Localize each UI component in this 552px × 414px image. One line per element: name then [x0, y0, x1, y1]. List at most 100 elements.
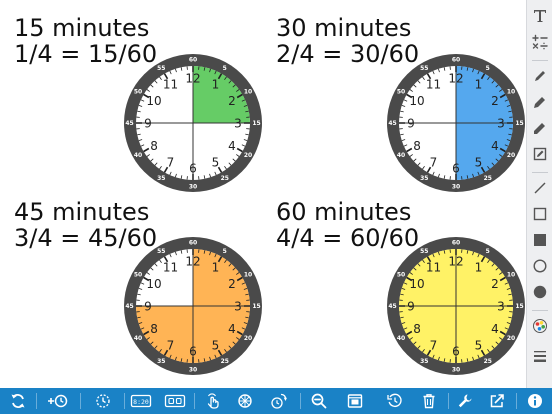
hour-number: 10 [409, 277, 424, 291]
square-filled-tool-button[interactable] [527, 228, 552, 252]
hour-number: 6 [452, 345, 460, 359]
background-button[interactable] [338, 388, 372, 414]
hour-number: 8 [413, 139, 421, 153]
fraction-clock-45[interactable]: 12 1 2 3 4 5 6 7 8 9 10 11 60 5 10 15 20 25 30 35 40 45 50 55 [123, 236, 263, 376]
hour-number: 12 [185, 255, 200, 269]
minute-label: 50 [134, 271, 142, 278]
toolbar-divider [300, 393, 301, 409]
minute-label: 10 [244, 88, 252, 95]
hour-number: 3 [497, 117, 505, 131]
minute-label: 30 [189, 184, 197, 191]
zoom-out-button[interactable] [302, 388, 336, 414]
minute-label: 50 [397, 88, 405, 95]
circle-outline-tool-button[interactable] [527, 254, 552, 278]
minute-label: 5 [223, 248, 227, 255]
hour-number: 4 [228, 322, 236, 336]
fraction-clock-15[interactable]: 12 1 2 3 4 5 6 7 8 9 10 11 60 5 10 15 20 25 30 35 40 45 50 55 [123, 53, 263, 193]
add-clock-icon [48, 394, 68, 408]
minute-label: 5 [486, 248, 490, 255]
minute-label: 50 [397, 271, 405, 278]
fraction-clock-60[interactable]: 12 1 2 3 4 5 6 7 8 9 10 11 60 5 10 15 20 25 30 35 40 45 50 55 [386, 236, 526, 376]
square-outline-tool-button[interactable] [527, 202, 552, 226]
hour-number: 5 [475, 338, 483, 352]
hour-number: 4 [491, 322, 499, 336]
hour-number: 6 [452, 162, 460, 176]
line-tool-button[interactable] [527, 176, 552, 200]
add-clock-button[interactable] [40, 388, 74, 414]
fraction-clock-30[interactable]: 12 1 2 3 4 5 6 7 8 9 10 11 60 5 10 15 20 25 30 35 40 45 50 55 [386, 53, 526, 193]
info-icon [528, 394, 542, 408]
minute-label: 60 [189, 240, 197, 247]
minute-label: 30 [452, 367, 460, 374]
minute-label: 50 [134, 88, 142, 95]
palette-divider [532, 60, 548, 61]
line-icon [534, 182, 546, 194]
touch-mode-button[interactable] [196, 388, 230, 414]
minute-label: 40 [134, 335, 142, 342]
line-weight-tool-button[interactable] [527, 344, 552, 368]
delete-button[interactable] [412, 388, 446, 414]
clock-settings-button[interactable] [86, 388, 120, 414]
minute-label: 55 [420, 248, 428, 255]
minute-label: 10 [244, 271, 252, 278]
hour-number: 1 [475, 261, 483, 275]
hour-number: 1 [475, 78, 483, 92]
minute-label: 10 [507, 88, 515, 95]
info-button[interactable] [518, 388, 552, 414]
text-icon [534, 10, 546, 22]
circle-filled-tool-button[interactable] [527, 280, 552, 304]
minute-label: 60 [452, 57, 460, 64]
toolbar-divider [80, 393, 81, 409]
hour-number: 2 [228, 277, 236, 291]
math-text-tool-button[interactable] [527, 30, 552, 54]
highlighter-tool-button[interactable] [527, 116, 552, 140]
hour-number: 9 [144, 117, 152, 131]
hour-number: 7 [430, 155, 438, 169]
hand-pointer-icon [207, 393, 219, 409]
display-format-icon [164, 394, 186, 408]
hour-number: 10 [409, 94, 424, 108]
hour-number: 5 [212, 155, 220, 169]
minute-label: 35 [420, 175, 428, 182]
edit-shape-tool-button[interactable] [527, 142, 552, 166]
rotate-hands-button[interactable] [262, 388, 296, 414]
whiteboard-canvas[interactable]: 15 minutes 1/4 = 15/60 30 minutes 2/4 = … [0, 0, 526, 388]
caption-title: 45 minutes [14, 198, 150, 226]
reset-button[interactable] [1, 388, 35, 414]
hour-number: 11 [426, 261, 441, 275]
toolbar-divider [194, 393, 195, 409]
background-image-icon [347, 394, 363, 408]
share-button[interactable] [480, 388, 514, 414]
minute-label: 60 [189, 57, 197, 64]
hour-number: 12 [448, 255, 463, 269]
minute-label: 30 [189, 367, 197, 374]
color-picker-tool-button[interactable] [527, 314, 552, 338]
trash-icon [423, 394, 435, 409]
marker-tool-button[interactable] [527, 90, 552, 114]
tools-button[interactable] [448, 388, 482, 414]
hour-number: 2 [228, 94, 236, 108]
minute-label: 55 [420, 65, 428, 72]
pen-tool-button[interactable] [527, 64, 552, 88]
minute-label: 60 [452, 240, 460, 247]
hour-number: 3 [234, 117, 242, 131]
caption-title: 60 minutes [276, 198, 412, 226]
hour-number: 10 [146, 277, 161, 291]
refresh-icon [11, 394, 25, 408]
minute-label: 35 [420, 358, 428, 365]
minute-label: 45 [388, 303, 396, 310]
history-button[interactable] [378, 388, 412, 414]
minute-label: 5 [223, 65, 227, 72]
minute-label: 25 [221, 175, 229, 182]
text-tool-button[interactable] [527, 4, 552, 28]
minute-label: 25 [221, 358, 229, 365]
hour-number: 3 [234, 300, 242, 314]
hour-number: 1 [212, 78, 220, 92]
hour-number: 5 [475, 155, 483, 169]
minute-label: 35 [157, 175, 165, 182]
digital-time-button[interactable]: 8:20 [124, 388, 158, 414]
highlighter-icon [534, 123, 545, 134]
hour-number: 7 [167, 155, 175, 169]
time-format-button[interactable] [158, 388, 192, 414]
spin-button[interactable] [228, 388, 262, 414]
